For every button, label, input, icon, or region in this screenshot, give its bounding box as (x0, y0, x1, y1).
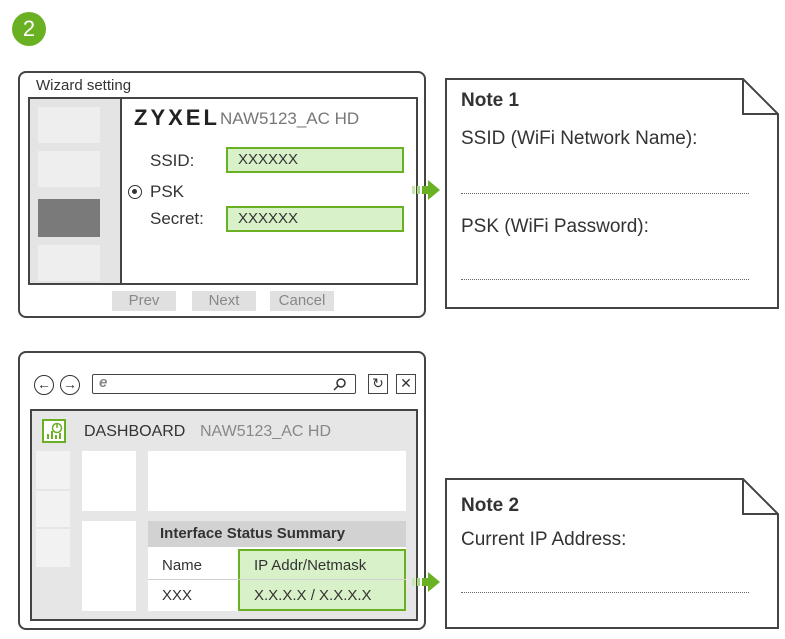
wizard-sidebar (30, 99, 122, 283)
note2-title: Note 2 (461, 495, 520, 516)
note1-psk-label: PSK (WiFi Password): (461, 216, 649, 237)
wizard-title: Wizard setting (36, 77, 132, 94)
prev-button[interactable]: Prev (112, 291, 176, 311)
panel-right-top (148, 451, 406, 511)
cancel-button[interactable]: Cancel (270, 291, 334, 311)
wizard-window: Wizard setting ZYXEL NAW5123_AC HD SSID:… (18, 71, 426, 318)
secret-label: Secret: (150, 209, 204, 228)
table-header-ip: IP Addr/Netmask (254, 557, 367, 574)
note2-ip-label: Current IP Address: (461, 529, 627, 550)
sidebar-item-1[interactable] (38, 107, 100, 143)
psk-label: PSK (150, 182, 185, 201)
sidebar-item-2[interactable] (38, 151, 100, 187)
note1-ssid-label: SSID (WiFi Network Name): (461, 128, 698, 149)
dashboard-title: DASHBOARD (84, 423, 186, 440)
ssid-label: SSID: (150, 151, 195, 170)
ssid-input[interactable]: XXXXXX (226, 147, 404, 173)
wizard-panel: ZYXEL NAW5123_AC HD SSID: XXXXXX PSK Sec… (28, 97, 418, 285)
sidebar-item-4[interactable] (38, 245, 100, 281)
ie-logo-icon: e (99, 374, 108, 391)
note1-ssid-line (461, 193, 749, 194)
panel-left-bottom (82, 521, 136, 611)
browser-window: ← → e ↻ ✕ DASHBOARD NAW5123_AC HD Interf… (18, 351, 426, 630)
forward-arrow-icon[interactable]: → (60, 375, 80, 395)
table-cell-ip: X.X.X.X / X.X.X.X (254, 587, 372, 604)
dashboard-chart-icon (42, 419, 66, 443)
status-table: Interface Status Summary Name IP Addr/Ne… (148, 521, 406, 611)
dashboard-model: NAW5123_AC HD (200, 423, 332, 440)
back-arrow-icon[interactable]: ← (34, 375, 54, 395)
note1-psk-line (461, 279, 749, 280)
radio-selected-icon[interactable] (128, 185, 142, 199)
wizard-model: NAW5123_AC HD (220, 109, 360, 128)
refresh-icon[interactable]: ↻ (368, 374, 388, 394)
next-button[interactable]: Next (192, 291, 256, 311)
sidebar-item-3[interactable] (36, 529, 70, 567)
table-header-name: Name (162, 557, 203, 574)
table-title: Interface Status Summary (160, 525, 346, 542)
step-number-badge: 2 (12, 12, 46, 46)
right-arrow-icon (412, 572, 440, 592)
panel-left-top (82, 451, 136, 511)
sidebar-item-1[interactable] (36, 451, 70, 489)
note2-ip-line (461, 592, 749, 593)
table-row-divider (148, 579, 406, 580)
note1-title: Note 1 (461, 90, 520, 111)
address-bar[interactable]: e (92, 374, 356, 394)
table-cell-name: XXX (162, 587, 193, 604)
zyxel-logo: ZYXEL (134, 105, 220, 130)
search-icon[interactable] (333, 377, 347, 391)
right-arrow-icon (412, 180, 440, 200)
close-icon[interactable]: ✕ (396, 374, 416, 394)
browser-content: DASHBOARD NAW5123_AC HD Interface Status… (30, 409, 418, 621)
sidebar-item-2[interactable] (36, 491, 70, 527)
secret-input[interactable]: XXXXXX (226, 206, 404, 232)
note1-paper (445, 78, 779, 309)
sidebar-item-3[interactable] (38, 199, 100, 237)
